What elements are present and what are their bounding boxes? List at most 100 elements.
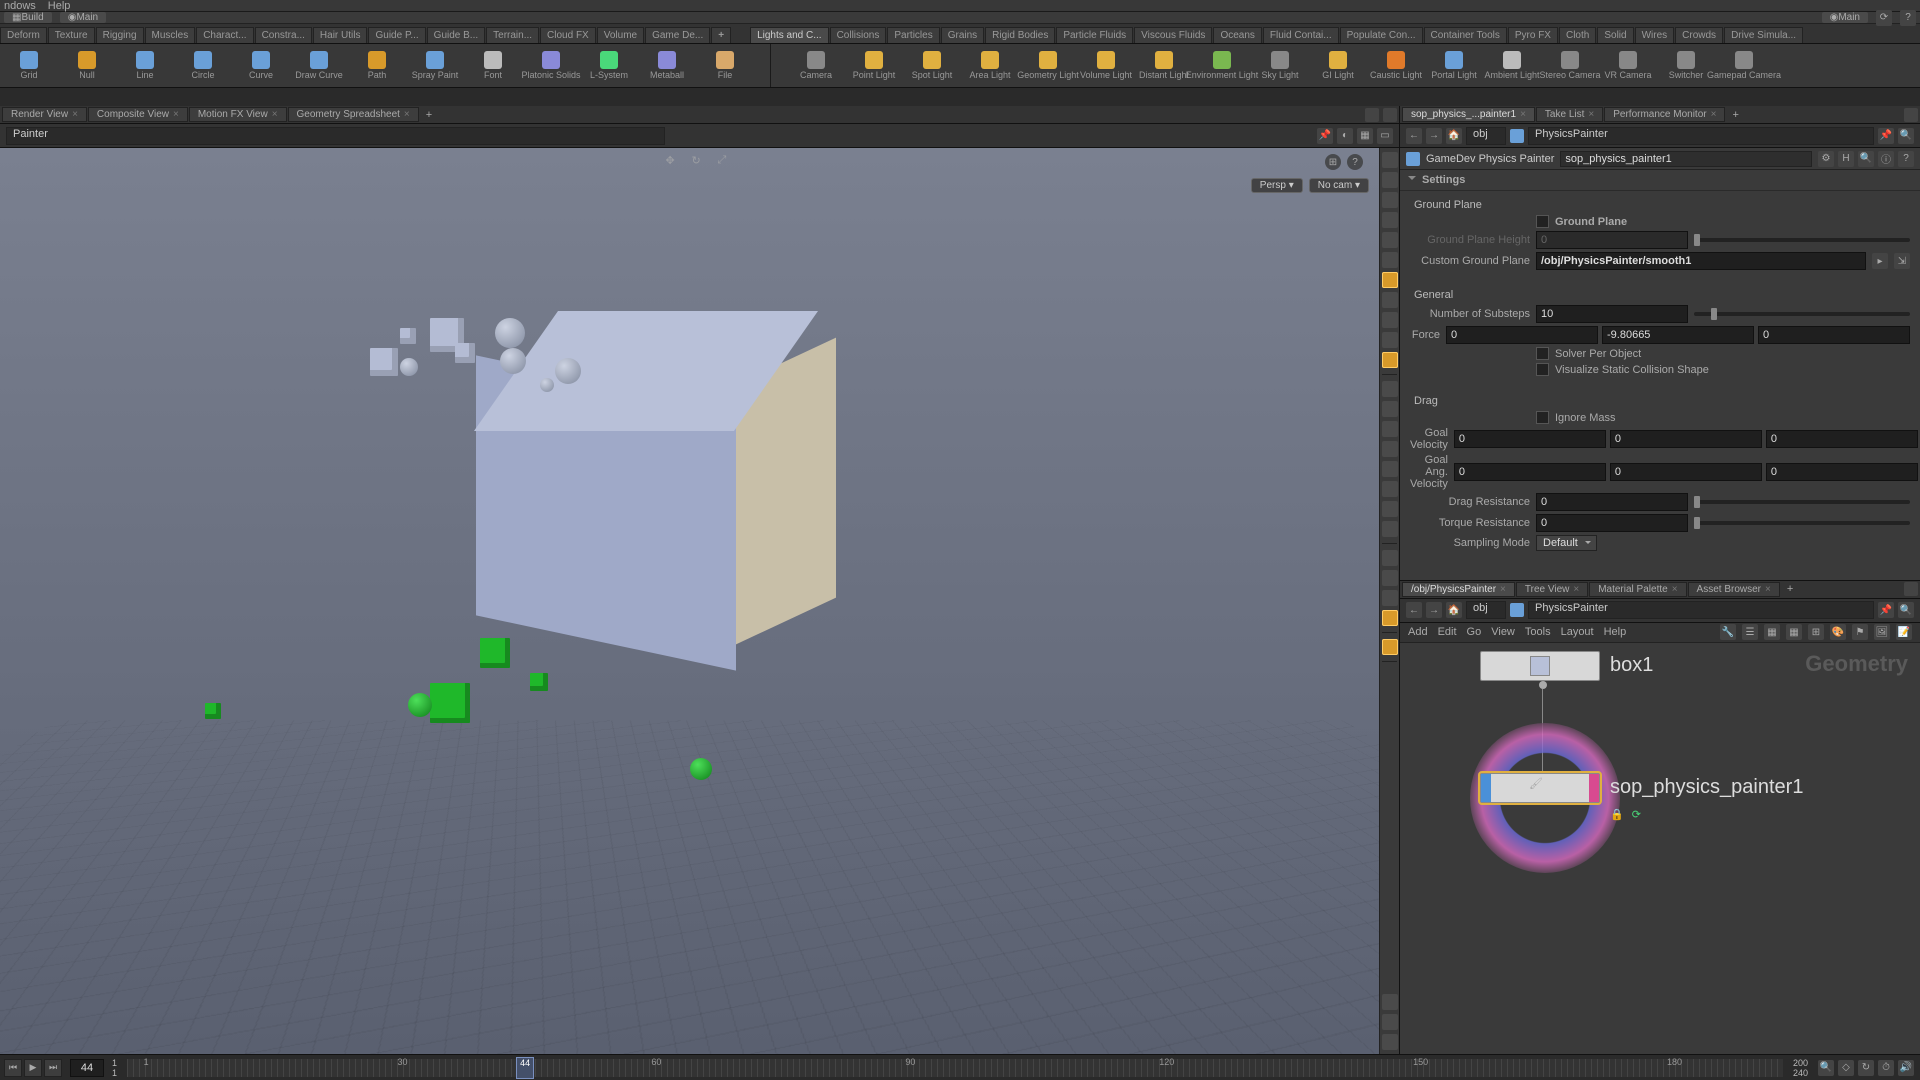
tool-portal-light[interactable]: Portal Light xyxy=(1425,44,1483,88)
tool-platonic-solids[interactable]: Platonic Solids xyxy=(522,44,580,88)
tool-area-light[interactable]: Area Light xyxy=(961,44,1019,88)
lock-icon[interactable]: 🔒 xyxy=(1610,808,1624,821)
drag-res-slider[interactable] xyxy=(1694,500,1910,504)
tool-geometry-light[interactable]: Geometry Light xyxy=(1019,44,1077,88)
tab-perfmon[interactable]: Performance Monitor× xyxy=(1604,107,1725,122)
tool-vr-camera[interactable]: VR Camera xyxy=(1599,44,1657,88)
shelf-tab[interactable]: Solid xyxy=(1597,27,1633,43)
shelf-tab[interactable]: Guide B... xyxy=(427,27,485,43)
tl-audio-icon[interactable]: 🔊 xyxy=(1898,1060,1914,1076)
shelf-tab[interactable]: Pyro FX xyxy=(1508,27,1558,43)
nav-home-icon[interactable]: 🏠 xyxy=(1446,128,1462,144)
add-net-tab[interactable]: + xyxy=(1781,582,1799,596)
viewport-layout-icon[interactable]: ⊞ xyxy=(1325,154,1341,170)
tool-path[interactable]: Path xyxy=(348,44,406,88)
tool-distant-light[interactable]: Distant Light xyxy=(1135,44,1193,88)
handle-translate-icon[interactable]: ✥ xyxy=(666,154,682,170)
pane-link-icon[interactable] xyxy=(1365,108,1379,122)
rail-icon[interactable] xyxy=(1382,152,1398,168)
shelf-tab[interactable]: Texture xyxy=(48,27,95,43)
find-icon[interactable]: 🔍 xyxy=(1898,128,1914,144)
nav-back-icon[interactable]: ← xyxy=(1406,602,1422,618)
shelf-tab[interactable]: Grains xyxy=(941,27,984,43)
torque-res-slider[interactable] xyxy=(1694,521,1910,525)
rail-icon[interactable] xyxy=(1382,481,1398,497)
tool-sky-light[interactable]: Sky Light xyxy=(1251,44,1309,88)
tab-matpal[interactable]: Material Palette× xyxy=(1589,582,1686,597)
goal-avel-x[interactable] xyxy=(1454,463,1606,481)
rail-icon[interactable] xyxy=(1382,521,1398,537)
tool-spray-paint[interactable]: Spray Paint xyxy=(406,44,464,88)
rail-icon[interactable] xyxy=(1382,570,1398,586)
net-menu-add[interactable]: Add xyxy=(1408,626,1428,638)
nav-home-icon[interactable]: 🏠 xyxy=(1446,602,1462,618)
shelf-tab[interactable]: Particles xyxy=(887,27,939,43)
shelf-tab[interactable]: Container Tools xyxy=(1424,27,1507,43)
info-icon[interactable]: ⓘ xyxy=(1878,151,1894,167)
ignore-mass-checkbox[interactable] xyxy=(1536,411,1549,424)
viewport-help-icon[interactable]: ? xyxy=(1347,154,1363,170)
tool-point-light[interactable]: Point Light xyxy=(845,44,903,88)
shelf-tab[interactable]: Deform xyxy=(0,27,47,43)
solver-per-object-checkbox[interactable] xyxy=(1536,347,1549,360)
goal-avel-z[interactable] xyxy=(1766,463,1918,481)
menu-windows[interactable]: ndows xyxy=(4,0,36,12)
tab-asset[interactable]: Asset Browser× xyxy=(1688,582,1780,597)
grid2-icon[interactable]: ▦ xyxy=(1786,624,1802,640)
rail-icon[interactable] xyxy=(1382,381,1398,397)
rail-gear-icon[interactable] xyxy=(1382,1014,1398,1030)
nav-fwd-icon[interactable]: → xyxy=(1426,602,1442,618)
shelf-tab[interactable]: Oceans xyxy=(1213,27,1261,43)
hda-icon[interactable]: H xyxy=(1838,151,1854,167)
shelf-tab[interactable]: Populate Con... xyxy=(1340,27,1423,43)
pane-tab[interactable]: Motion FX View× xyxy=(189,107,287,122)
help-icon-top[interactable]: ? xyxy=(1900,10,1916,26)
operator-name-input[interactable] xyxy=(1560,151,1812,167)
tool-null[interactable]: Null xyxy=(58,44,116,88)
tool-stereo-camera[interactable]: Stereo Camera xyxy=(1541,44,1599,88)
rail-icon[interactable] xyxy=(1382,501,1398,517)
shelf-tab[interactable]: Drive Simula... xyxy=(1724,27,1803,43)
section-settings[interactable]: Settings xyxy=(1400,170,1920,191)
net-menu-tools[interactable]: Tools xyxy=(1525,626,1551,638)
find-icon[interactable]: 🔍 xyxy=(1898,602,1914,618)
menu-help[interactable]: Help xyxy=(48,0,71,12)
rail-icon[interactable] xyxy=(1382,639,1398,655)
shelf-tab[interactable]: Crowds xyxy=(1675,27,1723,43)
rail-lighting-icon[interactable] xyxy=(1382,272,1398,288)
tool-environment-light[interactable]: Environment Light xyxy=(1193,44,1251,88)
net-menu-go[interactable]: Go xyxy=(1467,626,1482,638)
op-jump-icon[interactable]: ⇲ xyxy=(1894,253,1910,269)
net-menu-layout[interactable]: Layout xyxy=(1561,626,1594,638)
rail-info-icon[interactable] xyxy=(1382,994,1398,1010)
tl-search-icon[interactable]: 🔍 xyxy=(1818,1060,1834,1076)
camera-selector[interactable]: Persp ▾ xyxy=(1251,178,1303,193)
goal-vel-x[interactable] xyxy=(1454,430,1606,448)
shelf-tab[interactable]: Charact... xyxy=(196,27,253,43)
rail-icon[interactable] xyxy=(1382,590,1398,606)
desktop-main-right[interactable]: ◉ Main xyxy=(1822,12,1868,23)
nav-back-icon[interactable]: ← xyxy=(1406,128,1422,144)
shelf-tab[interactable]: Muscles xyxy=(145,27,196,43)
tab-takelist[interactable]: Take List× xyxy=(1536,107,1603,122)
node-box1[interactable] xyxy=(1480,651,1600,681)
shelf-tab[interactable]: Fluid Contai... xyxy=(1263,27,1339,43)
tool-ambient-light[interactable]: Ambient Light xyxy=(1483,44,1541,88)
goal-avel-y[interactable] xyxy=(1610,463,1762,481)
force-y[interactable] xyxy=(1602,326,1754,344)
pane-max-icon[interactable] xyxy=(1904,582,1918,596)
viz-collision-checkbox[interactable] xyxy=(1536,363,1549,376)
tab-objpath[interactable]: /obj/PhysicsPainter× xyxy=(1402,582,1515,597)
tool-gi-light[interactable]: GI Light xyxy=(1309,44,1367,88)
rail-icon[interactable] xyxy=(1382,401,1398,417)
tool-switcher[interactable]: Switcher xyxy=(1657,44,1715,88)
shelf-tab[interactable]: Terrain... xyxy=(486,27,539,43)
tl-loop-icon[interactable]: ↻ xyxy=(1858,1060,1874,1076)
path-obj[interactable]: obj xyxy=(1466,127,1506,145)
tool-caustic-light[interactable]: Caustic Light xyxy=(1367,44,1425,88)
play-button[interactable]: ▶ xyxy=(24,1059,42,1077)
pane-max-icon[interactable] xyxy=(1904,108,1918,122)
snap-icon[interactable]: ⊞ xyxy=(1808,624,1824,640)
rail-icon[interactable] xyxy=(1382,461,1398,477)
shelf-tab[interactable]: Rigid Bodies xyxy=(985,27,1055,43)
